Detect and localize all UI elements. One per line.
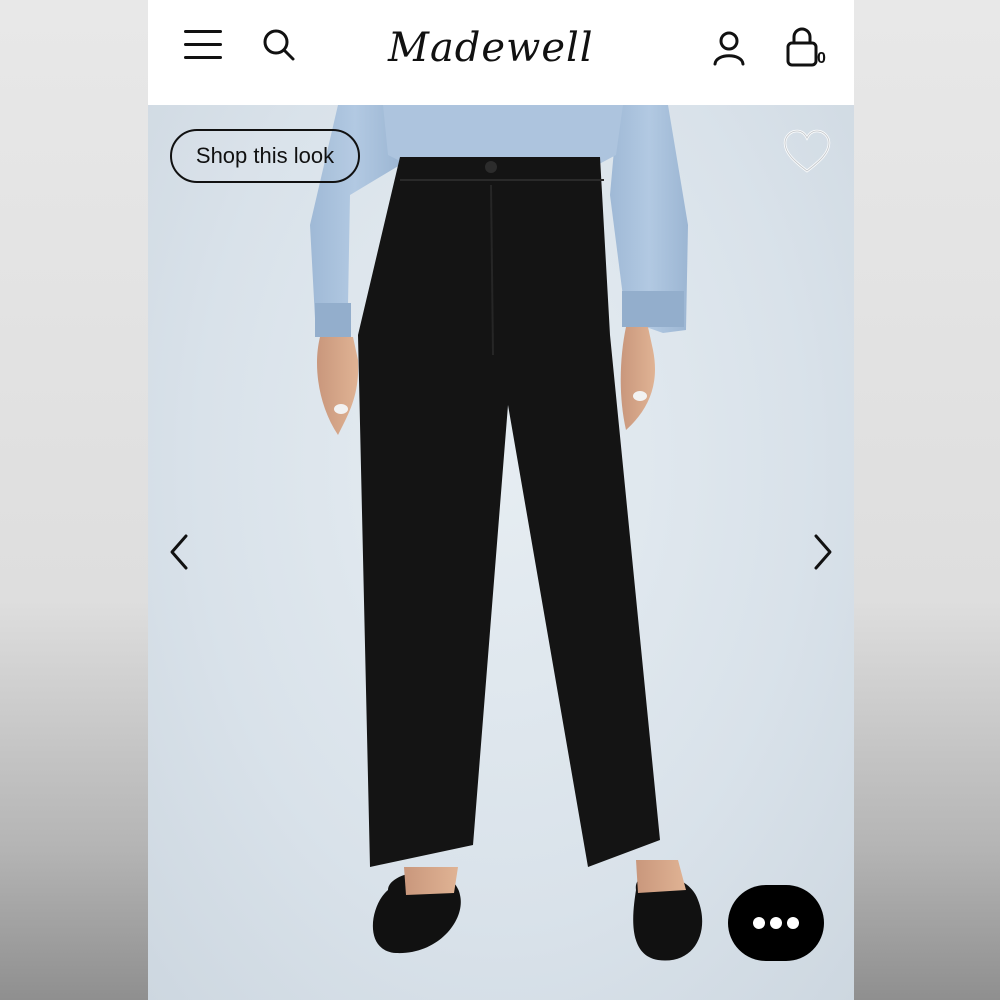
shop-this-look-button[interactable]: Shop this look [170,129,360,183]
left-hand [317,337,359,435]
product-image-carousel[interactable]: Shop this look [148,105,854,1000]
chat-ellipsis-icon[interactable] [728,885,824,961]
shirt-left-cuff [315,303,351,337]
search-icon[interactable] [260,26,298,64]
left-ring [334,404,348,414]
chat-dot [770,917,782,929]
left-backdrop [0,0,148,1000]
chevron-left-icon[interactable] [164,532,194,572]
black-jeans [358,157,660,867]
shirt-right-cuff [622,291,684,327]
product-photo [310,105,703,961]
bag-count-badge: 0 [817,50,826,67]
right-backdrop [854,0,1000,1000]
heart-outline-icon[interactable] [782,129,832,175]
user-account-icon[interactable] [712,30,746,66]
chat-dot [753,917,765,929]
right-hand [620,327,655,430]
right-ring [633,391,647,401]
site-header: Madewell 0 [148,0,854,105]
jeans-button [485,161,497,173]
hamburger-menu-icon[interactable] [184,28,224,62]
brand-name: Madewell [388,25,594,71]
chat-dot [787,917,799,929]
phone-screen: Madewell 0 Shop this look [148,0,854,1000]
brand-logo[interactable]: Madewell [388,20,616,76]
chevron-right-icon[interactable] [808,532,838,572]
